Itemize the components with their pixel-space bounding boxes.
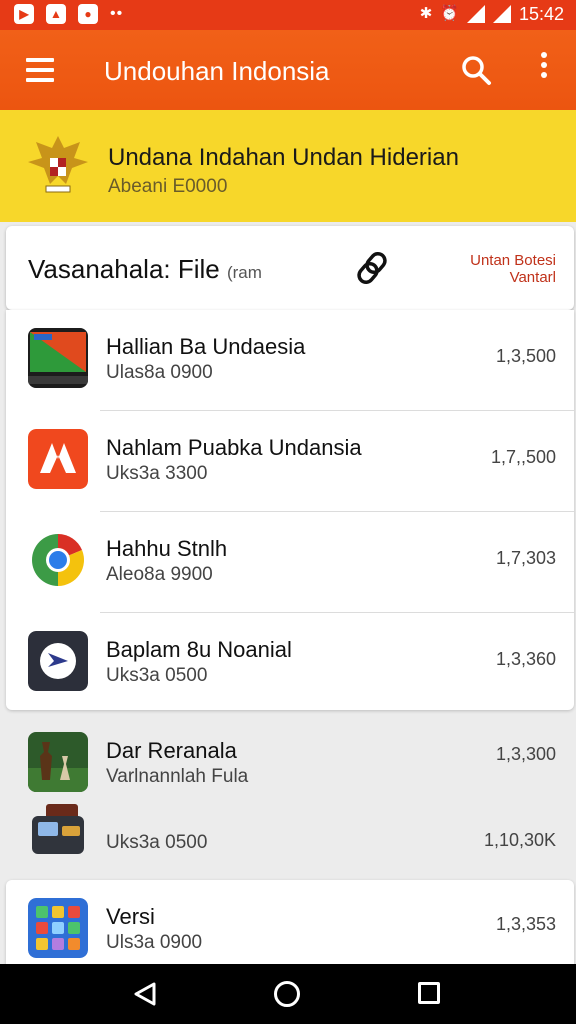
list-item[interactable]: Hallian Ba Undaesia Ulas8a 0900 1,3,500 — [6, 310, 574, 411]
list-item-subtitle: Aleo8a 9900 — [106, 564, 213, 585]
list-item-subtitle: Uks3a 3300 — [106, 463, 208, 484]
list-item-value: 1,10,30K — [483, 830, 556, 850]
file-header-card: Vasanahala: File (ram Untan Botesi Vanta… — [6, 226, 574, 310]
app-bar: Undouhan Indonsia — [0, 30, 576, 110]
wifi-signal-icon — [466, 5, 485, 23]
list-item-title: Hahhu Stnlh — [106, 536, 228, 561]
list-item[interactable]: Versi Uls3a 0900 1,3,353 — [6, 880, 574, 970]
file-header-suffix: (ram — [226, 263, 262, 282]
list-item-value: 1,3,500 — [495, 346, 556, 366]
list-item-subtitle: Uls3a 0900 — [106, 932, 203, 953]
list-item-subtitle: Ulas8a 0900 — [106, 362, 213, 383]
chrome-like-icon — [28, 530, 88, 590]
list-item-subtitle: Uks3a 0500 — [106, 665, 208, 686]
search-icon[interactable] — [460, 54, 492, 86]
status-notifications: ▶ ▲ ● •• — [14, 4, 123, 24]
file-list: Hallian Ba Undaesia Ulas8a 0900 1,3,500 … — [6, 310, 574, 710]
reddit-notification-icon: ● — [78, 4, 98, 24]
list-item[interactable]: Nahlam Puabka Undansia Uks3a 3300 1,7,,5… — [6, 411, 574, 512]
list-item-title: Baplam 8u Noanial — [106, 637, 292, 662]
system-navigation-bar — [0, 964, 576, 1024]
file-header-label: Vasanahala: File (ram — [28, 254, 262, 285]
banner-title: Undana Indahan Undan Hiderian — [108, 144, 459, 171]
wallet-icon — [28, 802, 88, 862]
list-item-value: 1,7,303 — [495, 548, 556, 568]
home-icon[interactable] — [274, 981, 300, 1007]
photos-notification-icon: ▲ — [46, 4, 66, 24]
file-header-text: Vasanahala: File — [28, 254, 220, 284]
link-icon[interactable] — [354, 250, 390, 286]
more-notifications-icon: •• — [110, 5, 124, 22]
header-action-line1: Untan Botesi — [470, 252, 556, 269]
list-item-subtitle: Uks3a 0500 — [106, 832, 208, 853]
chess-pieces-icon — [28, 732, 88, 792]
list-item-value: 1,3,353 — [495, 914, 556, 934]
youtube-notification-icon: ▶ — [14, 4, 34, 24]
list-item-title: Dar Reranala — [106, 738, 237, 763]
list-item-title: Nahlam Puabka Undansia — [106, 435, 362, 460]
banner: Undana Indahan Undan Hiderian Abeani E00… — [0, 110, 576, 222]
garuda-emblem-icon — [28, 136, 88, 193]
back-icon[interactable] — [132, 981, 158, 1007]
list-item-subtitle: Varlnannlah Fula — [106, 766, 249, 787]
cell-signal-icon — [492, 5, 511, 23]
status-system: ✱ ⏰ 15:42 — [420, 3, 564, 25]
hamburger-menu-icon[interactable] — [26, 58, 54, 82]
flag-card-icon — [28, 328, 88, 388]
status-bar: ▶ ▲ ● •• ✱ ⏰ 15:42 — [0, 0, 576, 30]
list-item[interactable]: Hahhu Stnlh Aleo8a 9900 1,7,303 — [6, 512, 574, 613]
list-item-value: 1,3,300 — [495, 744, 556, 764]
banner-subtitle: Abeani E0000 — [108, 176, 228, 197]
header-action-line2: Vantarl — [509, 269, 556, 286]
orange-tent-icon — [28, 429, 88, 489]
list-item-title: Versi — [106, 904, 155, 929]
alarm-icon: ⏰ — [440, 5, 459, 22]
list-item[interactable]: Uks3a 0500 1,10,30K — [0, 800, 576, 864]
list-item-value: 1,3,360 — [495, 649, 556, 669]
list-item-title: Hallian Ba Undaesia — [106, 334, 306, 359]
list-item[interactable]: Dar Reranala Varlnannlah Fula 1,3,300 — [0, 728, 576, 798]
navigation-arrow-icon — [28, 631, 88, 691]
list-item-value: 1,7,,500 — [490, 447, 556, 467]
header-action-button[interactable]: Untan Botesi Vantarl — [446, 252, 556, 286]
list-item[interactable]: Baplam 8u Noanial Uks3a 0500 1,3,360 — [6, 613, 574, 714]
app-grid-icon — [28, 898, 88, 958]
recent-apps-icon[interactable] — [418, 982, 440, 1004]
overflow-menu-icon[interactable] — [536, 52, 552, 88]
app-title: Undouhan Indonsia — [104, 56, 330, 86]
bluetooth-icon: ✱ — [419, 5, 433, 22]
status-time: 15:42 — [518, 3, 564, 24]
